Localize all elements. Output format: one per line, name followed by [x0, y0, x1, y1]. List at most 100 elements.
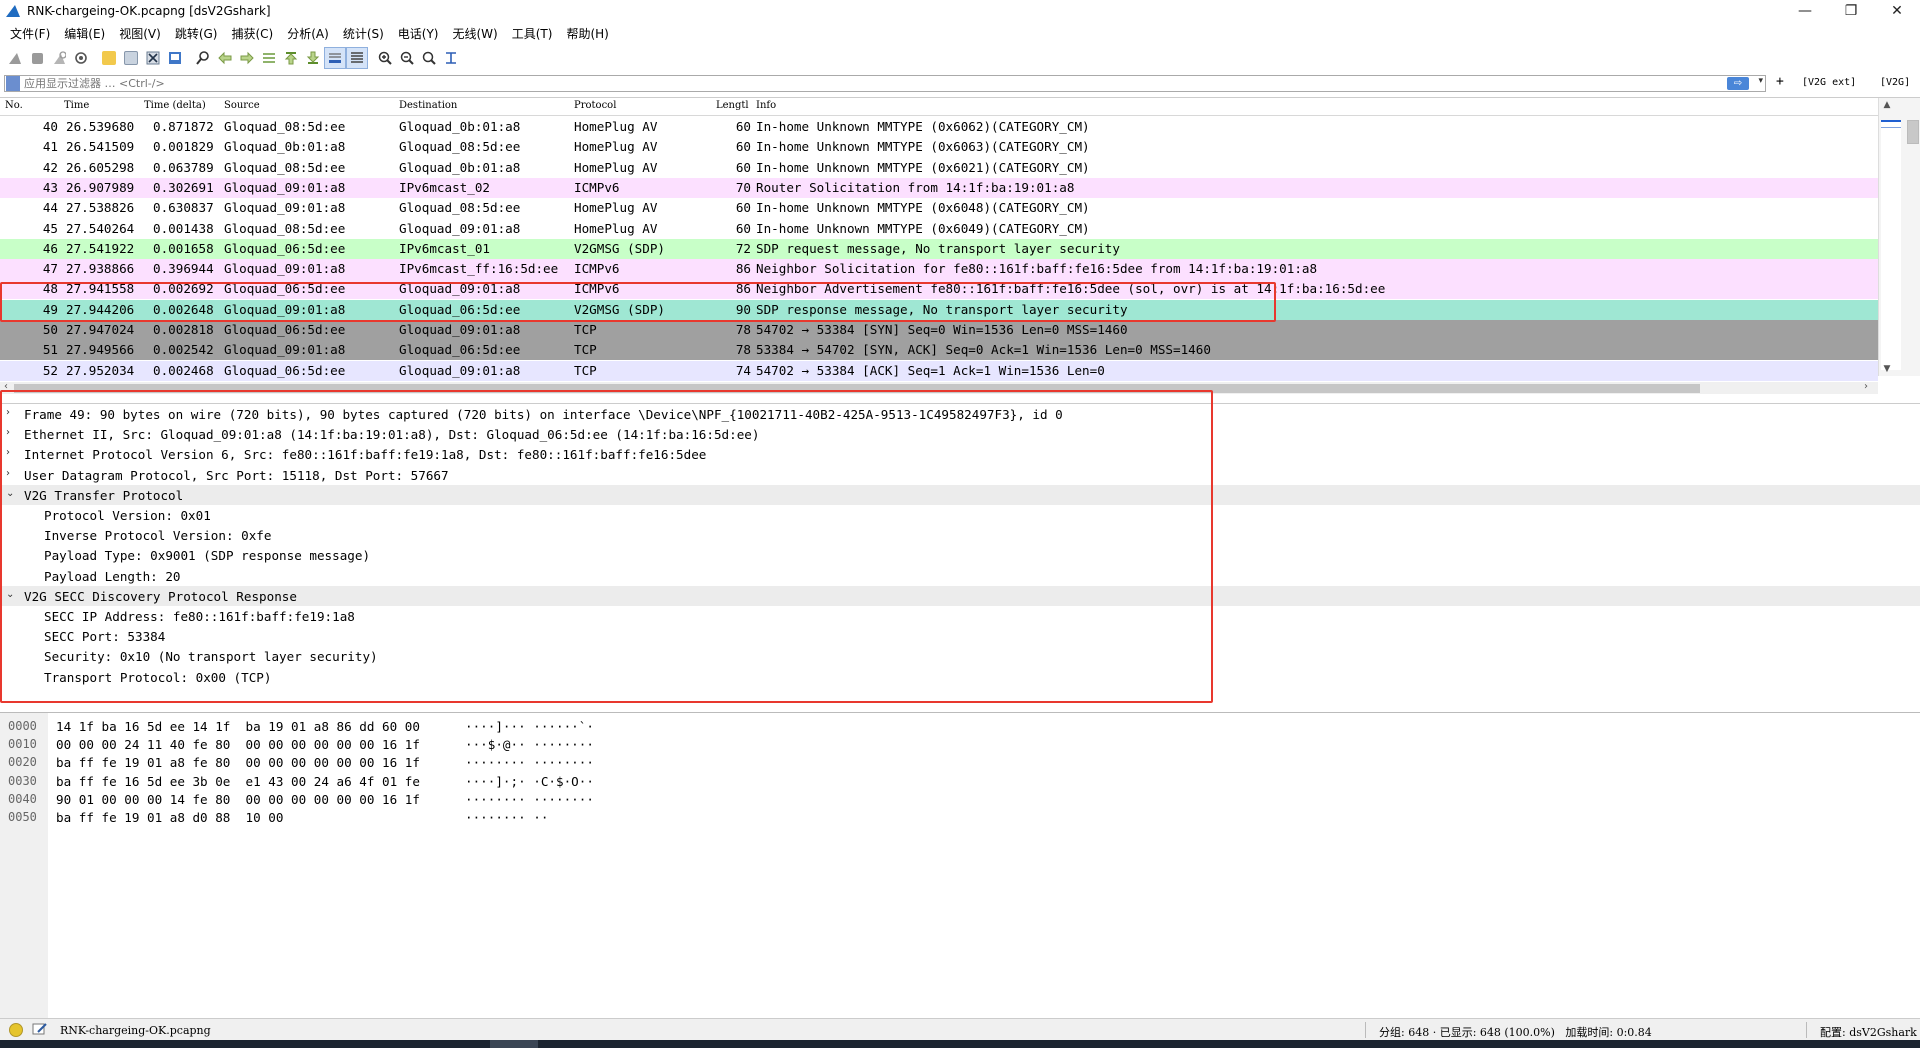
go-back-icon[interactable] — [214, 47, 236, 69]
save-file-icon[interactable] — [120, 47, 142, 69]
details-tree-node[interactable]: › Frame 49: 90 bytes on wire (720 bits), … — [0, 404, 1920, 424]
packet-row[interactable]: 40 26.539680 0.871872 Gloquad_08:5d:ee Gloqu… — [0, 117, 1878, 137]
packet-row[interactable]: 49 27.944206 0.002648 Gloquad_09:01:a8 Gloqu… — [0, 299, 1878, 320]
filter-history-dropdown-icon[interactable]: ▾ — [1758, 76, 1763, 86]
menu-tools[interactable]: 工具(T) — [505, 24, 560, 44]
close-button[interactable]: ✕ — [1874, 0, 1920, 22]
column-header-destination[interactable]: Destination — [399, 100, 457, 111]
hex-row[interactable]: 0050 ba ff fe 19 01 a8 d0 88 10 00 ·······… — [0, 808, 1920, 826]
packet-row[interactable]: 45 27.540264 0.001438 Gloquad_08:5d:ee Gloqu… — [0, 218, 1878, 239]
restart-capture-icon[interactable] — [48, 47, 70, 69]
packet-row[interactable]: 51 27.949566 0.002542 Gloquad_09:01:a8 Gloqu… — [0, 340, 1878, 361]
scroll-down-icon[interactable]: ▼ — [1879, 364, 1895, 374]
details-tree-field[interactable]: Payload Type: 0x9001 (SDP response messa… — [0, 545, 1920, 565]
go-to-packet-icon[interactable] — [258, 47, 280, 69]
filter-button-v2g-ext[interactable]: [V2G ext] — [1802, 77, 1856, 88]
maximize-button[interactable]: ❐ — [1828, 0, 1874, 22]
column-header-time-delta[interactable]: Time (delta) — [144, 100, 206, 111]
menu-telephony[interactable]: 电话(Y) — [391, 24, 446, 44]
hex-row[interactable]: 0030 ba ff fe 16 5d ee 3b 0e e1 43 00 24 … — [0, 772, 1920, 790]
capture-comment-icon[interactable] — [32, 1022, 48, 1036]
column-header-source[interactable]: Source — [224, 100, 260, 111]
details-tree-node[interactable]: › Ethernet II, Src: Gloquad_09:01:a8 (14:… — [0, 424, 1920, 444]
menu-statistics[interactable]: 统计(S) — [336, 24, 391, 44]
scroll-right-icon[interactable]: › — [1864, 381, 1868, 392]
horizontal-scroll-thumb[interactable] — [14, 384, 1700, 393]
packet-row[interactable]: 43 26.907989 0.302691 Gloquad_09:01:a8 IPv6m… — [0, 177, 1878, 198]
packet-row[interactable]: 44 27.538826 0.630837 Gloquad_09:01:a8 Gloqu… — [0, 198, 1878, 219]
filter-button-v2g[interactable]: [V2G] — [1880, 77, 1910, 88]
packet-minimap[interactable] — [1881, 120, 1901, 370]
find-packet-icon[interactable] — [192, 47, 214, 69]
menu-wireless[interactable]: 无线(W) — [446, 24, 505, 44]
packet-row[interactable]: 46 27.541922 0.001658 Gloquad_06:5d:ee IPv6m… — [0, 238, 1878, 259]
apply-filter-arrow-icon[interactable]: ⇨ — [1727, 77, 1749, 90]
expand-arrow-icon[interactable]: › — [6, 427, 10, 438]
hex-row[interactable]: 0040 90 01 00 00 00 14 fe 80 00 00 00 00 … — [0, 790, 1920, 808]
reload-file-icon[interactable] — [164, 47, 186, 69]
vertical-scroll-thumb[interactable] — [1907, 120, 1919, 144]
status-profile[interactable]: 配置: dsV2Gshark — [1820, 1024, 1917, 1040]
resize-columns-icon[interactable] — [440, 47, 462, 69]
stop-capture-icon[interactable] — [26, 47, 48, 69]
details-tree-node[interactable]: ⌄ V2G Transfer Protocol — [0, 484, 1920, 505]
hex-row[interactable]: 0020 ba ff fe 19 01 a8 fe 80 00 00 00 00 … — [0, 753, 1920, 771]
open-file-icon[interactable] — [98, 47, 120, 69]
go-forward-icon[interactable] — [236, 47, 258, 69]
menu-file[interactable]: 文件(F) — [3, 24, 57, 44]
details-tree-field[interactable]: SECC IP Address: fe80::161f:baff:fe19:1a… — [0, 606, 1920, 626]
column-header-info[interactable]: Info — [756, 100, 776, 111]
details-tree-node[interactable]: › Internet Protocol Version 6, Src: fe80:… — [0, 444, 1920, 464]
menu-view[interactable]: 视图(V) — [112, 24, 168, 44]
shark-fin-start-icon[interactable] — [4, 47, 26, 69]
packet-row[interactable]: 47 27.938866 0.396944 Gloquad_09:01:a8 IPv6m… — [0, 259, 1878, 280]
expert-info-led-icon[interactable] — [9, 1023, 23, 1037]
expand-arrow-icon[interactable]: › — [6, 447, 10, 458]
minimize-button[interactable]: — — [1782, 0, 1828, 22]
details-tree-field[interactable]: SECC Port: 53384 — [0, 626, 1920, 646]
details-tree-node[interactable]: › User Datagram Protocol, Src Port: 15118… — [0, 465, 1920, 485]
collapse-arrow-icon[interactable]: ⌄ — [6, 488, 14, 499]
details-tree-field[interactable]: Inverse Protocol Version: 0xfe — [0, 525, 1920, 545]
packet-row[interactable]: 48 27.941558 0.002692 Gloquad_06:5d:ee Gloqu… — [0, 279, 1878, 300]
menu-capture[interactable]: 捕获(C) — [224, 24, 280, 44]
packet-row[interactable]: 50 27.947024 0.002818 Gloquad_06:5d:ee Gloqu… — [0, 320, 1878, 340]
menu-analyze[interactable]: 分析(A) — [280, 24, 336, 44]
close-file-icon[interactable] — [142, 47, 164, 69]
column-header-protocol[interactable]: Protocol — [574, 100, 616, 111]
menu-edit[interactable]: 编辑(E) — [57, 24, 112, 44]
display-filter-input[interactable] — [20, 76, 1765, 91]
hex-row[interactable]: 0010 00 00 00 24 11 40 fe 80 00 00 00 00 … — [0, 735, 1920, 753]
scroll-up-icon[interactable]: ▲ — [1879, 100, 1895, 110]
hex-row[interactable]: 0000 14 1f ba 16 5d ee 14 1f ba 19 01 a8 … — [0, 717, 1920, 735]
menu-go[interactable]: 跳转(G) — [168, 24, 225, 44]
capture-options-icon[interactable] — [70, 47, 92, 69]
packet-row[interactable]: 52 27.952034 0.002468 Gloquad_06:5d:ee Gloqu… — [0, 360, 1878, 381]
normal-size-icon[interactable] — [418, 47, 440, 69]
column-header-length[interactable]: Lengtl — [716, 100, 749, 111]
add-filter-button[interactable]: + — [1776, 74, 1784, 89]
details-tree-node[interactable]: ⌄ V2G SECC Discovery Protocol Response — [0, 585, 1920, 606]
details-tree-field[interactable]: Security: 0x10 (No transport layer secur… — [0, 646, 1920, 666]
column-header-no[interactable]: No. — [5, 100, 23, 111]
go-first-icon[interactable] — [280, 47, 302, 69]
zoom-in-icon[interactable] — [374, 47, 396, 69]
menu-help[interactable]: 帮助(H) — [559, 24, 615, 44]
packet-row[interactable]: 41 26.541509 0.001829 Gloquad_0b:01:a8 Gloqu… — [0, 137, 1878, 158]
column-header-time[interactable]: Time — [64, 100, 89, 111]
packet-list-horizontal-scrollbar[interactable]: ‹ › — [0, 381, 1878, 394]
expand-arrow-icon[interactable]: › — [6, 407, 10, 418]
collapse-arrow-icon[interactable]: ⌄ — [6, 589, 14, 600]
zoom-out-icon[interactable] — [396, 47, 418, 69]
details-tree-field[interactable]: Payload Length: 20 — [0, 566, 1920, 586]
colorize-icon[interactable] — [346, 47, 368, 69]
go-last-icon[interactable] — [302, 47, 324, 69]
auto-scroll-icon[interactable] — [324, 47, 346, 69]
packet-row[interactable]: 42 26.605298 0.063789 Gloquad_08:5d:ee Gloqu… — [0, 157, 1878, 178]
bookmark-icon[interactable] — [6, 76, 20, 91]
packet-list-scrollbar[interactable]: ▲ ▼ — [1878, 98, 1920, 376]
details-tree-field[interactable]: Protocol Version: 0x01 — [0, 505, 1920, 525]
scroll-left-icon[interactable]: ‹ — [4, 381, 8, 392]
details-tree-field[interactable]: Transport Protocol: 0x00 (TCP) — [0, 667, 1920, 687]
expand-arrow-icon[interactable]: › — [6, 468, 10, 479]
